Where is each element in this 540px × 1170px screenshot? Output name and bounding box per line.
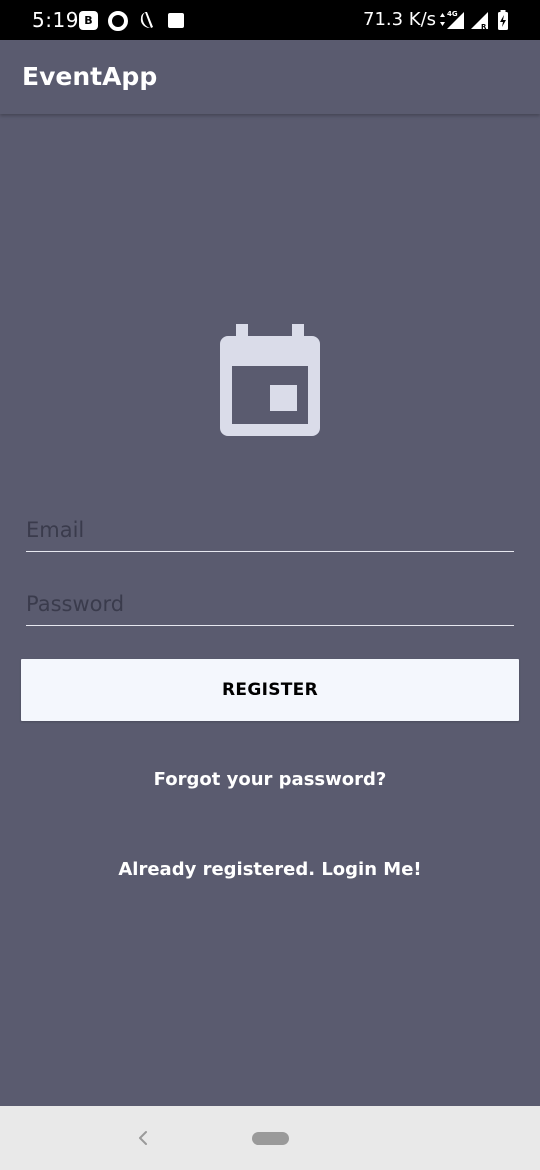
register-button[interactable]: REGISTER [21, 659, 519, 721]
network-type-label: 4G [447, 10, 458, 18]
circle-icon [108, 11, 128, 31]
forgot-password-link[interactable]: Forgot your password? [0, 768, 540, 792]
moon-icon [140, 12, 153, 28]
email-field[interactable] [26, 508, 514, 552]
app-title: EventApp [22, 62, 158, 91]
login-link[interactable]: Already registered. Login Me! [0, 858, 540, 882]
home-pill-icon[interactable] [252, 1132, 289, 1145]
battery-charging-icon [498, 10, 508, 30]
app-bar: EventApp [0, 40, 540, 114]
status-right-icons: 4G R [440, 10, 508, 31]
password-field[interactable] [26, 582, 514, 626]
status-bar: 5:19 B 71.3 K/s 4G R [0, 0, 540, 40]
status-time: 5:19 [32, 8, 79, 32]
network-speed: 71.3 K/s [363, 9, 437, 30]
b-badge-icon: B [79, 11, 98, 30]
back-icon[interactable] [132, 1126, 154, 1150]
navigation-bar [0, 1106, 540, 1170]
data-arrows-icon [440, 13, 445, 26]
calendar-icon [220, 324, 320, 436]
roaming-label: R [481, 23, 487, 31]
image-icon [168, 13, 184, 28]
